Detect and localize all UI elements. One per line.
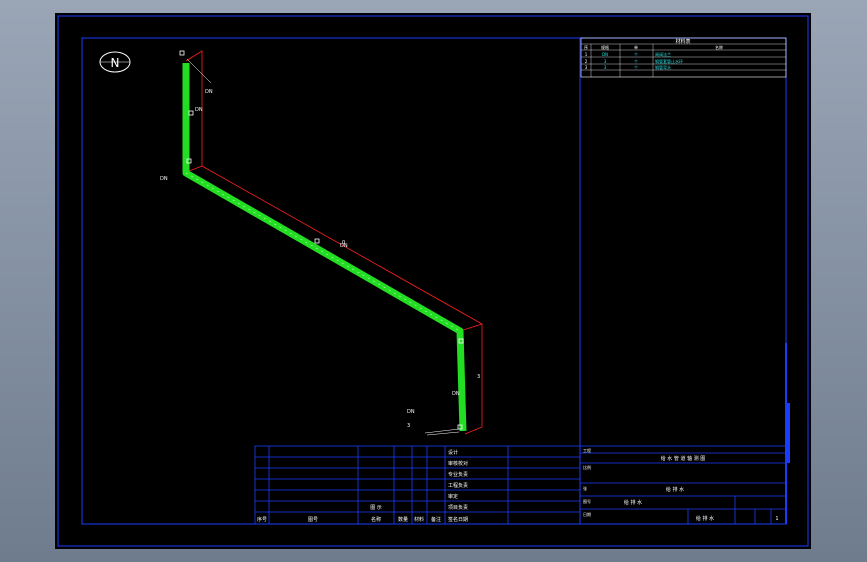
materials-cell: 闸阀法兰 <box>655 51 671 57</box>
pipe-dim-right: 3 <box>477 374 480 380</box>
materials-cell: 个 <box>634 59 638 64</box>
compass-letter: N <box>111 56 120 70</box>
materials-header: 名称 <box>715 44 723 50</box>
materials-header: 规格 <box>601 44 609 50</box>
materials-cell: DN <box>602 52 608 57</box>
sign-label: 审定 <box>448 493 458 500</box>
title-block-header: 序号 <box>257 516 267 523</box>
drawing-sheet: N DN DN DN DN 0 3 DN DN 3 材料表 序 规格 单 名称 … <box>55 13 811 549</box>
date-label: 日期 <box>583 511 591 517</box>
sleeve-icon <box>314 238 320 244</box>
materials-cell: 2 <box>585 59 588 64</box>
cad-drawing: N DN DN DN DN 0 3 DN DN 3 材料表 序 规格 单 名称 … <box>57 15 809 547</box>
pipe-label-top: DN <box>205 89 213 95</box>
sign-label: 项目负责 <box>448 504 468 511</box>
north-compass-icon: N <box>99 51 131 73</box>
project-label: 工程 <box>583 447 591 453</box>
materials-cell: 3 <box>604 65 607 70</box>
side-strip <box>785 343 790 524</box>
sign-label: 设计 <box>448 449 458 456</box>
scale-label: 比例 <box>583 464 591 470</box>
materials-cell: 钢管套管止水环 <box>655 58 683 64</box>
outer-frame <box>57 15 809 547</box>
title-block-header: 材料 <box>414 516 424 523</box>
pipe-label-left: DN <box>160 176 168 182</box>
drawing-no-small: 给 排 水 <box>696 515 714 522</box>
sign-label: 审核校对 <box>448 460 468 467</box>
title-block-header: 数量 <box>398 516 408 523</box>
materials-cell: 个 <box>634 65 638 70</box>
pipe-note-bottom: DN <box>407 409 415 415</box>
drawing-title: 给 水 管 道 轴 测 图 <box>661 455 706 462</box>
dimension-lines <box>183 50 483 435</box>
materials-cell: 个 <box>634 52 638 57</box>
title-block-header: 图号 <box>308 517 318 523</box>
pipe-fittings <box>179 50 464 430</box>
pipe-label-riser: DN <box>195 107 203 113</box>
title-block <box>254 445 787 525</box>
materials-header: 单 <box>634 44 638 50</box>
title-block-header: 名称 <box>371 516 381 523</box>
pipe-label-lower: DN <box>452 391 460 397</box>
materials-title: 材料表 <box>675 38 690 45</box>
materials-cell: 钢管弯头 <box>655 64 671 70</box>
title-block-note: 图 示 <box>370 505 382 511</box>
materials-cell: 1 <box>585 52 588 57</box>
flange-icon <box>188 110 194 116</box>
drawing-no-label: 图号 <box>583 498 591 504</box>
drawing-no: 给 排 水 <box>624 499 642 506</box>
materials-table: 材料表 序 规格 单 名称 1 DN 个 闸阀法兰 2 3 个 钢管套管止水环 … <box>579 37 787 524</box>
materials-cell: 3 <box>604 59 607 64</box>
sign-label: 工程负责 <box>448 482 468 489</box>
sheet-label: 张 <box>583 485 587 491</box>
title-block-header: 备注 <box>431 516 441 523</box>
page-number: 1 <box>775 516 778 522</box>
pipe-route <box>182 63 467 432</box>
sign-label: 签名日期 <box>448 516 468 523</box>
valve-icon <box>179 50 185 56</box>
sign-label: 专业负责 <box>448 471 468 478</box>
materials-cell: 3 <box>585 65 588 70</box>
subproject-name: 给 排 水 <box>666 486 684 493</box>
pipe-dim-bottom: 3 <box>407 423 410 429</box>
pipe-dim-mid: 0 <box>342 240 345 246</box>
materials-header: 序 <box>584 44 588 50</box>
